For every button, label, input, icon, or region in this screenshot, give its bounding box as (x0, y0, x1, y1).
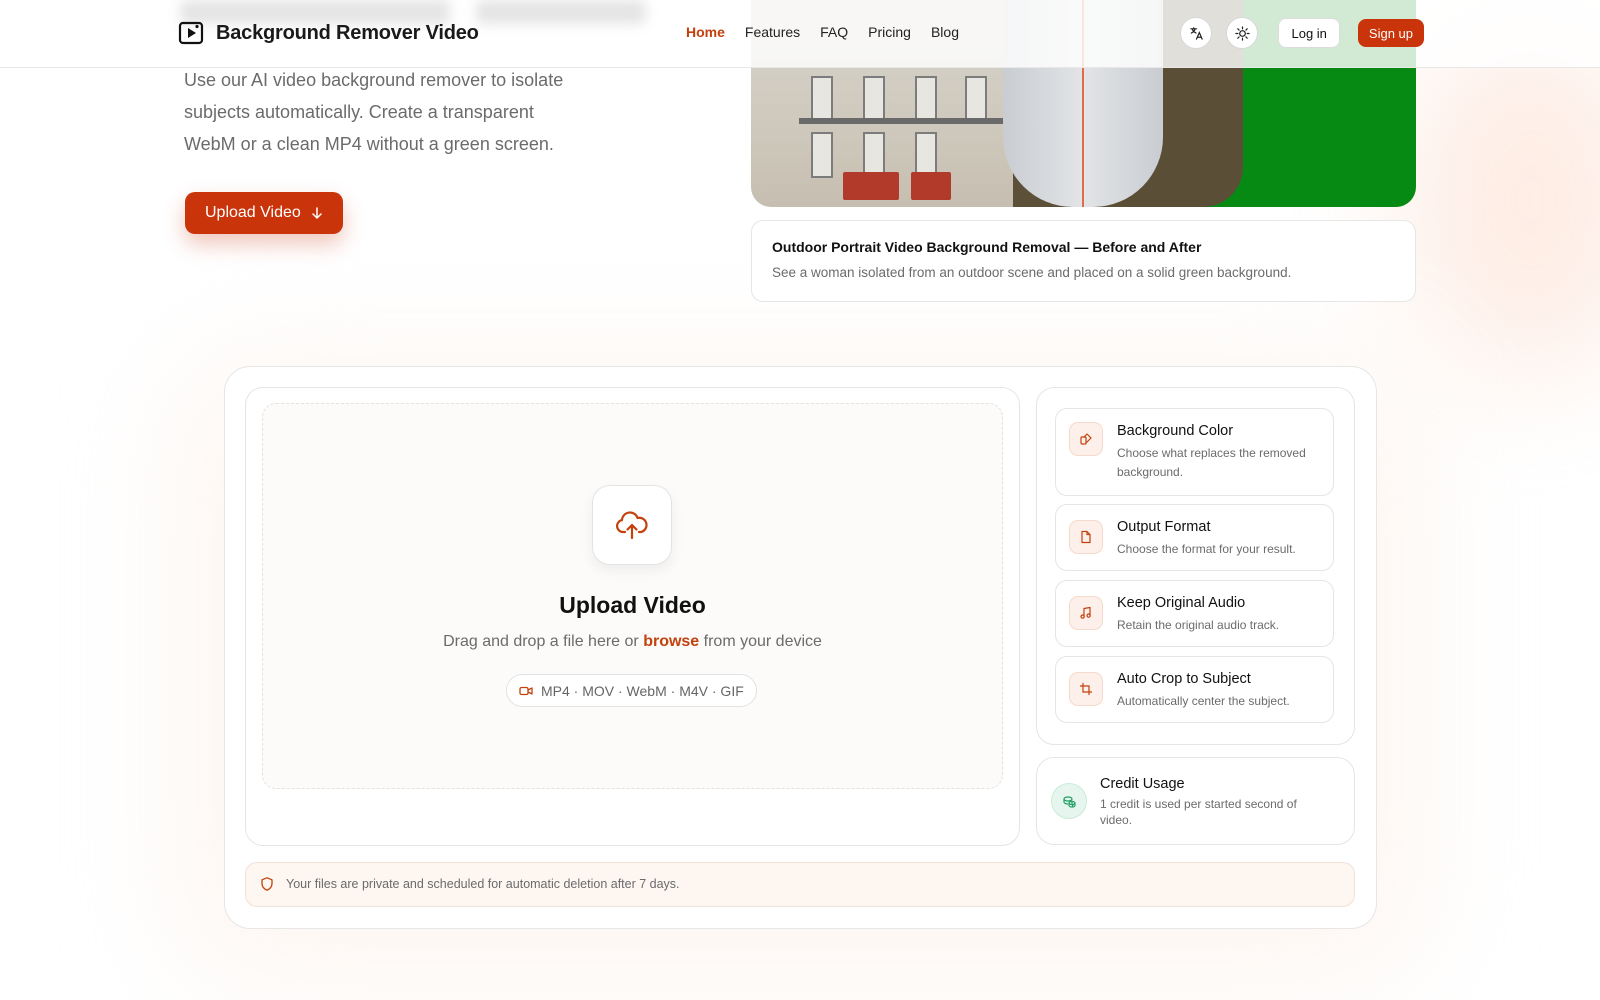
option-icon-container (1069, 672, 1103, 706)
option-icon-container (1069, 422, 1103, 456)
option-desc: Choose the format for your result. (1117, 542, 1296, 556)
main-nav: Home Features FAQ Pricing Blog (686, 24, 959, 40)
dropzone-subtitle-suffix: from your device (699, 633, 822, 650)
supported-formats-text: MP4 · MOV · WebM · M4V · GIF (541, 682, 744, 699)
signup-button[interactable]: Sign up (1357, 19, 1424, 47)
option-icon-container (1069, 520, 1103, 554)
header-actions: Log in Sign up (1180, 17, 1424, 49)
awning (911, 172, 951, 200)
balcony (799, 118, 1019, 124)
cloud-upload-icon (616, 511, 648, 540)
file-icon (1081, 530, 1091, 544)
theme-toggle-button[interactable] (1226, 17, 1259, 49)
background-glow (1400, 20, 1600, 380)
logo-icon (178, 21, 204, 45)
option-background-color[interactable]: Background Color Choose what replaces th… (1055, 408, 1334, 496)
window (811, 76, 833, 122)
video-caption-desc: See a woman isolated from an outdoor sce… (772, 265, 1292, 280)
credit-usage-title: Credit Usage (1100, 776, 1185, 792)
option-output-format[interactable]: Output Format Choose the format for your… (1055, 504, 1334, 571)
dropzone-subtitle-prefix: Drag and drop a file here or (443, 633, 644, 650)
brand-name: Background Remover Video (216, 21, 479, 44)
privacy-notice-text: Your files are private and scheduled for… (286, 877, 680, 891)
option-title: Background Color (1117, 423, 1234, 439)
hero-description: Use our AI video background remover to i… (184, 70, 564, 154)
language-button[interactable] (1180, 17, 1213, 49)
supported-formats-badge: MP4 · MOV · WebM · M4V · GIF (506, 674, 757, 707)
dropzone-title: Upload Video (559, 592, 706, 618)
option-auto-crop[interactable]: Auto Crop to Subject Automatically cente… (1055, 656, 1334, 723)
window (915, 76, 937, 122)
window (811, 132, 833, 178)
translate-icon (1190, 26, 1203, 40)
nav-features[interactable]: Features (745, 24, 800, 40)
palette-icon (1080, 433, 1092, 445)
video-caption-card: Outdoor Portrait Video Background Remova… (751, 220, 1416, 302)
video-camera-icon (519, 686, 533, 695)
sun-icon (1235, 25, 1250, 41)
brand-link[interactable]: Background Remover Video (178, 20, 479, 46)
option-desc: Retain the original audio track. (1117, 618, 1280, 632)
window (863, 76, 885, 122)
crop-icon (1079, 682, 1093, 696)
credit-usage-desc: 1 credit is used per started second of v… (1100, 797, 1297, 827)
credit-icon-container (1051, 783, 1087, 819)
option-desc: Choose what replaces the removed backgro… (1117, 446, 1306, 479)
upload-video-cta-label: Upload Video (205, 204, 301, 221)
nav-pricing[interactable]: Pricing (868, 24, 911, 40)
awning (843, 172, 899, 200)
option-title: Keep Original Audio (1117, 595, 1246, 611)
upload-video-cta-button[interactable]: Upload Video (185, 192, 343, 234)
nav-blog[interactable]: Blog (931, 24, 959, 40)
video-caption-title: Outdoor Portrait Video Background Remova… (772, 239, 1202, 255)
music-icon (1080, 606, 1091, 619)
arrow-down-icon (312, 207, 322, 219)
window (965, 76, 987, 122)
option-icon-container (1069, 596, 1103, 630)
login-button[interactable]: Log in (1278, 18, 1340, 48)
coins-icon (1062, 795, 1076, 808)
shield-icon (261, 877, 273, 891)
option-title: Auto Crop to Subject (1117, 671, 1251, 687)
header-backdrop (476, 0, 646, 24)
site-header: Background Remover Video Home Features F… (0, 0, 1600, 68)
dropzone-subtitle: Drag and drop a file here or browse from… (262, 633, 1003, 651)
upload-icon-container[interactable] (592, 485, 672, 565)
option-desc: Automatically center the subject. (1117, 694, 1290, 708)
nav-home[interactable]: Home (686, 24, 725, 40)
option-keep-audio[interactable]: Keep Original Audio Retain the original … (1055, 580, 1334, 647)
browse-link[interactable]: browse (643, 633, 699, 650)
nav-faq[interactable]: FAQ (820, 24, 848, 40)
option-title: Output Format (1117, 519, 1211, 535)
